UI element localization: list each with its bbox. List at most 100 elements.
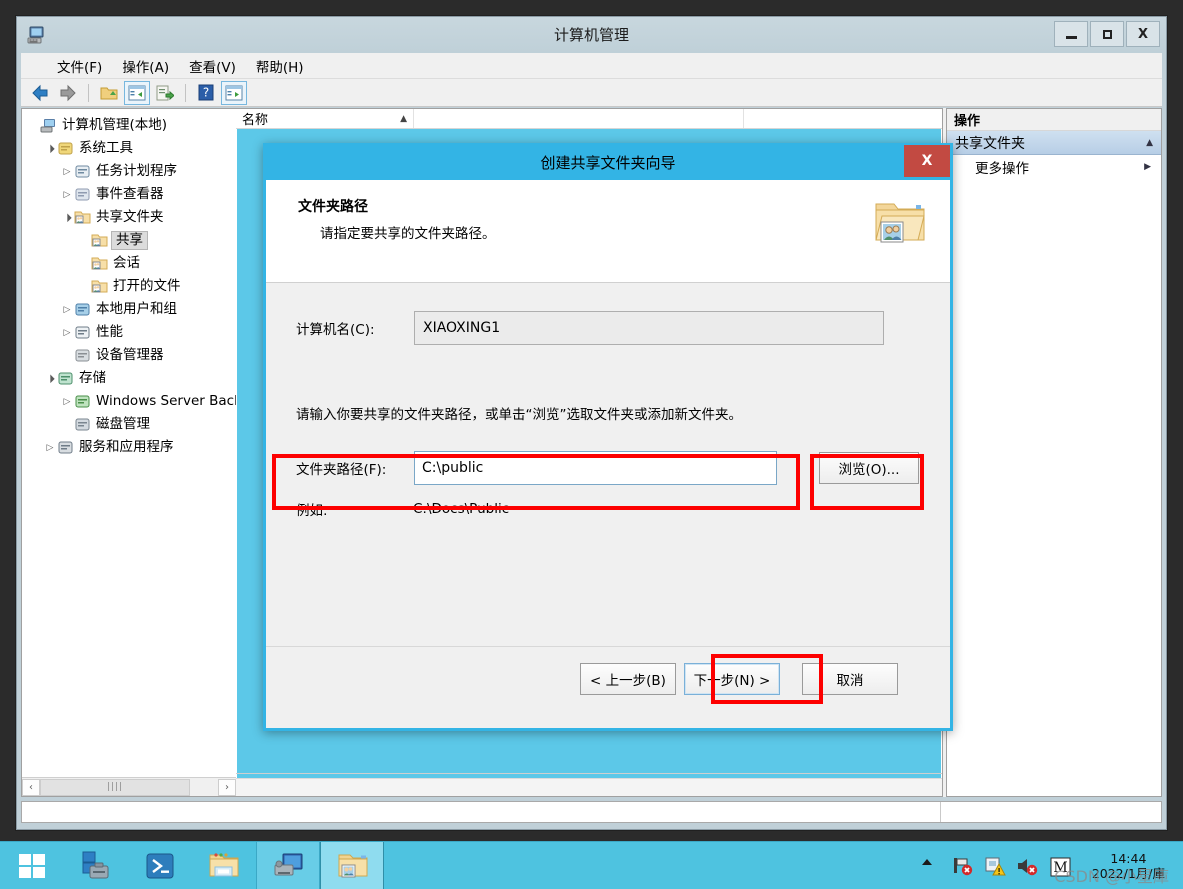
dialog-footer: < 上一步(B) 下一步(N) > 取消 <box>266 646 950 728</box>
next-button[interactable]: 下一步(N) > <box>684 663 780 695</box>
help-icon[interactable]: ? <box>193 81 219 105</box>
tree-item-9[interactable]: ▷ 性能 <box>26 321 236 344</box>
scroll-right-arrow[interactable]: › <box>218 778 236 796</box>
tree-expand-icon[interactable]: ▷ <box>60 328 74 338</box>
tree-item-12[interactable]: ▷ Windows Server Back <box>26 390 236 413</box>
scroll-thumb[interactable]: |||| <box>40 778 190 796</box>
tree-item-10[interactable]: 设备管理器 <box>26 344 236 367</box>
browse-button[interactable]: 浏览(O)... <box>819 452 919 484</box>
tree-horizontal-scrollbar[interactable]: ‹ |||| › <box>22 777 236 796</box>
file-explorer-icon[interactable] <box>192 842 256 889</box>
show-hide-console-tree-icon[interactable] <box>124 80 150 105</box>
menu-view[interactable]: 查看(V) <box>179 54 246 78</box>
tree-item-5[interactable]: 共享 <box>26 229 236 252</box>
users-icon <box>74 302 92 318</box>
console-tree: 计算机管理(本地) ◢ 系统工具 ▷ 任务计划程序 ▷ 事件查看器 ◢ 共享文件夹 共享 会话打开的… <box>22 109 236 459</box>
clock-date: 2022/1月/庫 <box>1091 865 1165 881</box>
maximize-button[interactable] <box>1090 21 1124 47</box>
menu-file[interactable]: 文件(F) <box>47 54 112 78</box>
menu-help[interactable]: 帮助(H) <box>246 54 314 78</box>
column-name[interactable]: 名称 ▲ <box>236 109 414 128</box>
computer-name-field: XIAOXING1 <box>414 311 884 345</box>
back-button[interactable]: < 上一步(B) <box>580 663 676 695</box>
computer-management-taskbar-icon[interactable] <box>256 841 320 889</box>
show-action-pane-icon[interactable] <box>221 80 247 105</box>
example-value: C:\Docs\Public <box>413 501 510 517</box>
tree-item-13[interactable]: 磁盘管理 <box>26 413 236 436</box>
tree-expand-icon[interactable]: ▷ <box>43 443 57 453</box>
screen: 计算机管理 X 文件(F) 操作(A) 查看(V) 帮助(H) ? 计算机管理(… <box>0 0 1183 889</box>
column-secondary[interactable] <box>414 109 744 128</box>
tree-collapse-icon[interactable]: ◢ <box>42 370 58 386</box>
tree-item-4[interactable]: ◢ 共享文件夹 <box>26 206 236 229</box>
create-shared-folder-wizard-dialog: 创建共享文件夹向导 X 文件夹路径 请指定要共享的文件夹路径。 计算机名(C):… <box>263 143 953 731</box>
start-button-icon[interactable] <box>0 842 64 889</box>
tree-item-6[interactable]: 会话 <box>26 252 236 275</box>
cancel-button[interactable]: 取消 <box>802 663 898 695</box>
tree-item-7[interactable]: 打开的文件 <box>26 275 236 298</box>
dialog-subtext: 请指定要共享的文件夹路径。 <box>320 226 496 242</box>
scroll-track[interactable]: |||| <box>40 778 218 796</box>
tree-item-11[interactable]: ◢ 存储 <box>26 367 236 390</box>
tree-expand-icon[interactable]: ▷ <box>60 167 74 177</box>
tree-item-label: 打开的文件 <box>113 278 181 294</box>
tree-item-3[interactable]: ▷ 事件查看器 <box>26 183 236 206</box>
dialog-titlebar[interactable]: 创建共享文件夹向导 X <box>266 145 950 180</box>
svg-text:?: ? <box>203 86 209 100</box>
network-error-icon[interactable] <box>952 856 974 876</box>
event-viewer-icon <box>74 187 92 203</box>
tools-icon <box>57 141 75 157</box>
toolbar: ? <box>21 79 1162 107</box>
tree-item-label: 性能 <box>96 324 123 340</box>
services-icon <box>57 440 75 456</box>
dialog-title: 创建共享文件夹向导 <box>540 154 676 172</box>
powershell-icon[interactable] <box>128 842 192 889</box>
shared-folder-icon <box>91 256 109 272</box>
server-manager-icon[interactable] <box>64 842 128 889</box>
tree-item-label: Windows Server Back <box>96 393 237 409</box>
tree-expand-icon[interactable]: ▷ <box>60 305 74 315</box>
computer-management-window: 计算机管理 X 文件(F) 操作(A) 查看(V) 帮助(H) ? 计算机管理(… <box>16 16 1167 830</box>
folder-path-row: 文件夹路径(F): C:\public 浏览(O)... <box>266 451 950 485</box>
window-titlebar[interactable]: 计算机管理 X <box>17 17 1166 53</box>
taskbar-clock[interactable]: 14:44 2022/1月/庫 <box>1084 851 1173 881</box>
shared-folder-wizard-taskbar-icon[interactable] <box>320 841 384 889</box>
tree-item-8[interactable]: ▷ 本地用户和组 <box>26 298 236 321</box>
dialog-heading: 文件夹路径 <box>298 199 368 215</box>
scroll-left-arrow[interactable]: ‹ <box>22 778 40 796</box>
menu-action[interactable]: 操作(A) <box>112 54 179 78</box>
tree-item-label: 本地用户和组 <box>96 301 177 317</box>
action-more-actions[interactable]: 更多操作 ▶ <box>947 155 1161 179</box>
shared-folder-icon <box>74 210 92 226</box>
export-list-icon[interactable] <box>152 81 178 105</box>
forward-icon[interactable] <box>55 81 81 105</box>
tree-item-14[interactable]: ▷ 服务和应用程序 <box>26 436 236 459</box>
clock-icon <box>74 164 92 180</box>
show-hidden-icons-arrow[interactable] <box>920 856 942 876</box>
up-folder-icon[interactable] <box>96 81 122 105</box>
minimize-button[interactable] <box>1054 21 1088 47</box>
close-button[interactable]: X <box>1126 21 1160 47</box>
system-tray: M 14:44 2022/1月/庫 <box>920 851 1183 881</box>
list-horizontal-scrollbar[interactable] <box>236 778 942 796</box>
dialog-close-button[interactable]: X <box>904 145 950 177</box>
tree-expand-icon[interactable]: ▷ <box>60 397 74 407</box>
actions-pane: 操作 共享文件夹 ▲ 更多操作 ▶ <box>946 108 1162 797</box>
folder-path-instruction: 请输入你要共享的文件夹路径，或单击“浏览”选取文件夹或添加新文件夹。 <box>296 407 742 423</box>
tree-item-label: 任务计划程序 <box>96 163 177 179</box>
tree-collapse-icon[interactable]: ◢ <box>59 209 75 225</box>
tree-item-2[interactable]: ▷ 任务计划程序 <box>26 160 236 183</box>
actions-group-shared-folders[interactable]: 共享文件夹 ▲ <box>947 131 1161 155</box>
tree-item-1[interactable]: ◢ 系统工具 <box>26 137 236 160</box>
statusbar-left <box>22 802 941 822</box>
dialog-header: 文件夹路径 请指定要共享的文件夹路径。 <box>266 180 950 283</box>
tree-item-0[interactable]: 计算机管理(本地) <box>26 114 236 137</box>
tree-collapse-icon[interactable]: ◢ <box>42 140 58 156</box>
flag-warning-icon[interactable] <box>984 856 1006 876</box>
computer-management-icon <box>25 24 47 46</box>
folder-path-input[interactable]: C:\public <box>414 451 777 485</box>
back-icon[interactable] <box>27 81 53 105</box>
m-app-icon[interactable]: M <box>1048 856 1074 876</box>
tree-expand-icon[interactable]: ▷ <box>60 190 74 200</box>
volume-muted-icon[interactable] <box>1016 856 1038 876</box>
